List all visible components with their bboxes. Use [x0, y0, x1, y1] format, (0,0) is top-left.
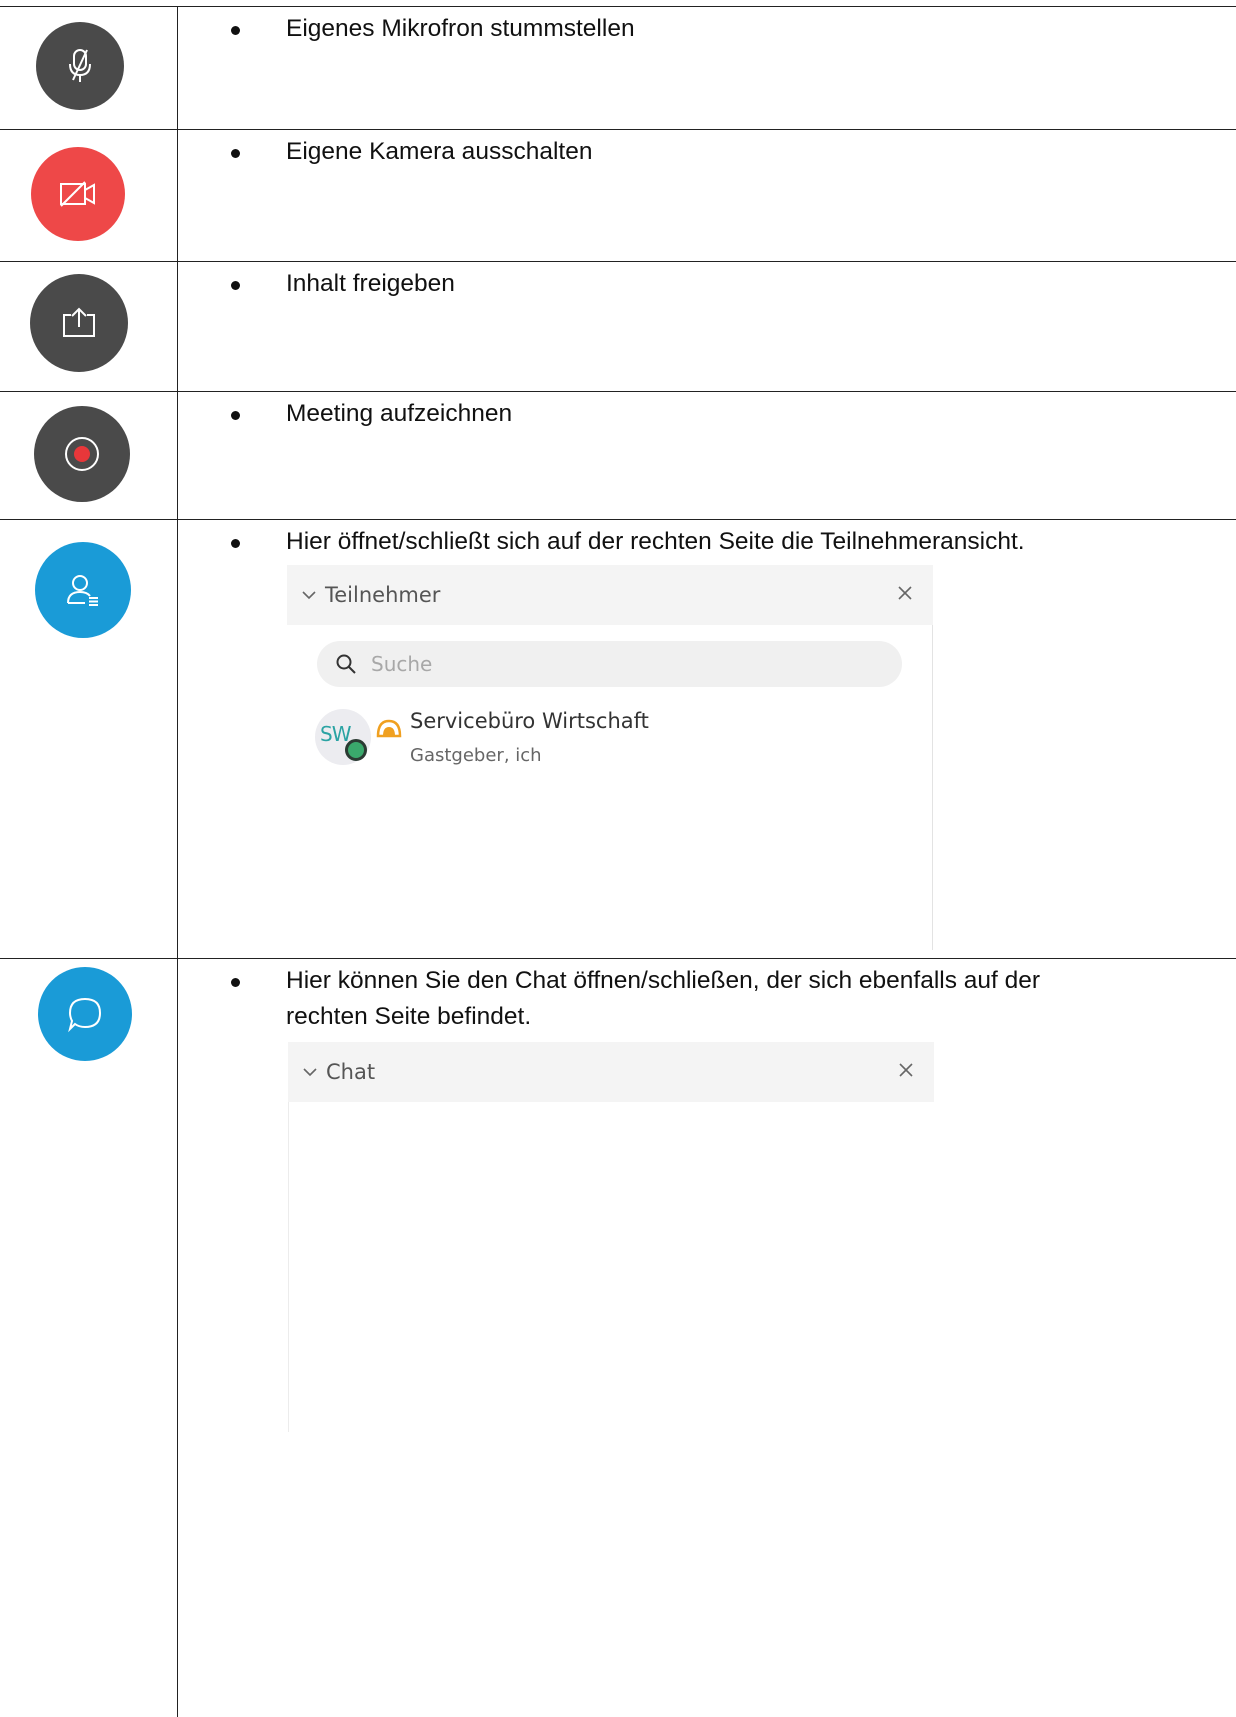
- table-row: Meeting aufzeichnen: [0, 392, 1236, 520]
- chat-panel-title: Chat: [326, 1060, 375, 1084]
- row-description: Eigenes Mikrofron stummstellen: [286, 15, 635, 42]
- presence-indicator: [345, 739, 367, 761]
- chat-panel: Chat: [288, 1042, 934, 1432]
- bullet-dot: [231, 978, 240, 987]
- panel-divider: [932, 625, 933, 950]
- chevron-down-icon[interactable]: [302, 1064, 318, 1080]
- camera-off-button[interactable]: [31, 147, 125, 241]
- table-row: Hier öffnet/schließt sich auf der rechte…: [0, 520, 1236, 959]
- participant-name: Servicebüro Wirtschaft: [410, 709, 649, 733]
- bullet-item: Hier können Sie den Chat öffnen/schließe…: [286, 963, 1040, 999]
- participants-icon: [63, 570, 103, 610]
- chevron-down-icon[interactable]: [301, 587, 317, 603]
- text-cell: Eigenes Mikrofron stummstellen: [178, 7, 1236, 130]
- chat-icon: [65, 994, 105, 1034]
- row-description: Meeting aufzeichnen: [286, 400, 512, 427]
- camera-off-icon: [58, 179, 98, 209]
- row-description-line2: rechten Seite befindet.: [286, 1003, 531, 1030]
- icon-cell: [0, 262, 178, 392]
- icon-cell: [0, 130, 178, 262]
- bullet-item: Eigenes Mikrofron stummstellen: [286, 11, 635, 47]
- participants-button[interactable]: [35, 542, 131, 638]
- bullet-item: Inhalt freigeben: [286, 266, 455, 302]
- bullet-dot: [231, 26, 240, 35]
- icon-cell: [0, 392, 178, 520]
- bullet-dot: [231, 539, 240, 548]
- record-meeting-button[interactable]: [34, 406, 130, 502]
- chat-panel-header[interactable]: Chat: [288, 1042, 934, 1102]
- row-description-line1: Hier können Sie den Chat öffnen/schließe…: [286, 967, 1040, 994]
- bullet-dot: [231, 411, 240, 420]
- participant-list-item[interactable]: SW Servicebüro Wirtschaft Gastgeber, ich: [315, 703, 715, 773]
- text-cell: Hier können Sie den Chat öffnen/schließe…: [178, 959, 1236, 1717]
- table-row: Hier können Sie den Chat öffnen/schließe…: [0, 959, 1236, 1717]
- row-description: Eigene Kamera ausschalten: [286, 138, 592, 165]
- text-cell: Meeting aufzeichnen: [178, 392, 1236, 520]
- row-description: Inhalt freigeben: [286, 270, 455, 297]
- microphone-muted-icon: [63, 47, 97, 85]
- bullet-item-continuation: rechten Seite befindet.: [286, 999, 531, 1035]
- participant-search-input[interactable]: Suche: [317, 641, 902, 687]
- bullet-dot: [231, 149, 240, 158]
- search-placeholder: Suche: [371, 652, 432, 676]
- text-cell: Eigene Kamera ausschalten: [178, 130, 1236, 262]
- host-headset-icon: [375, 715, 403, 739]
- icon-cell: [0, 7, 178, 130]
- bullet-item: Meeting aufzeichnen: [286, 396, 512, 432]
- text-cell: Inhalt freigeben: [178, 262, 1236, 392]
- text-cell: Hier öffnet/schließt sich auf der rechte…: [178, 520, 1236, 959]
- avatar: SW: [315, 709, 371, 765]
- table-row: Eigenes Mikrofron stummstellen: [0, 7, 1236, 130]
- table-row: Eigene Kamera ausschalten: [0, 130, 1236, 262]
- bullet-dot: [231, 281, 240, 290]
- share-content-button[interactable]: [30, 274, 128, 372]
- mute-microphone-button[interactable]: [36, 22, 124, 110]
- table-row: Inhalt freigeben: [0, 262, 1236, 392]
- chat-button[interactable]: [38, 967, 132, 1061]
- record-icon: [62, 434, 102, 474]
- bullet-item: Eigene Kamera ausschalten: [286, 134, 592, 170]
- participants-panel-header[interactable]: Teilnehmer: [287, 565, 933, 625]
- close-icon[interactable]: [895, 583, 915, 603]
- controls-table: Eigenes Mikrofron stummstellen Eigene Ka…: [0, 6, 1236, 1717]
- share-content-icon: [59, 305, 99, 341]
- avatar-initials: SW: [320, 722, 350, 746]
- participants-panel: Teilnehmer Suche SW: [287, 565, 933, 950]
- search-icon: [335, 653, 357, 675]
- participant-role: Gastgeber, ich: [410, 745, 542, 766]
- row-description: Hier öffnet/schließt sich auf der rechte…: [286, 528, 1025, 555]
- icon-cell: [0, 959, 178, 1717]
- close-icon[interactable]: [896, 1060, 916, 1080]
- bullet-item: Hier öffnet/schließt sich auf der rechte…: [286, 524, 1025, 560]
- icon-cell: [0, 520, 178, 959]
- participants-panel-title: Teilnehmer: [325, 583, 440, 607]
- panel-divider: [288, 1102, 289, 1432]
